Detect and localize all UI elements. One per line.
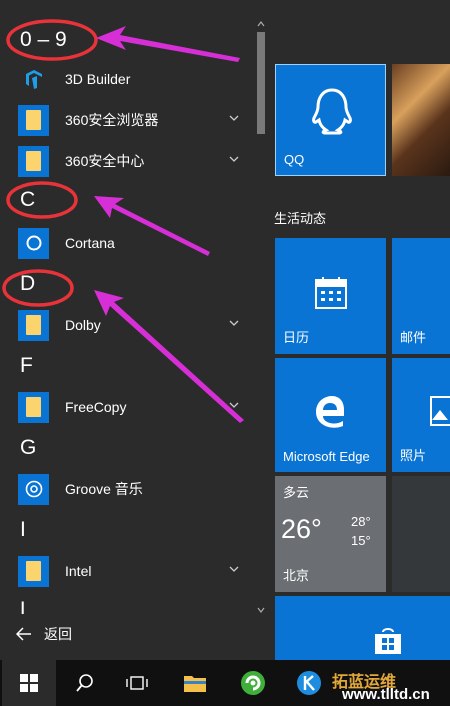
tile-mail[interactable]: 邮件 [392, 238, 450, 354]
app-item-intel[interactable]: Intel [18, 554, 250, 588]
app-item-360-browser[interactable]: 360安全浏览器 [18, 103, 250, 137]
scroll-down-icon[interactable] [255, 604, 267, 616]
tile-microsoft-edge[interactable]: Microsoft Edge [275, 358, 386, 472]
calendar-icon [315, 277, 347, 309]
chevron-down-icon[interactable] [228, 317, 240, 329]
browser-360-icon [241, 671, 265, 695]
tile-calendar[interactable]: 日历 [275, 238, 386, 354]
photos-icon [430, 396, 450, 426]
tile-label: 邮件 [400, 330, 427, 345]
app-item-groove[interactable]: Groove 音乐 [18, 472, 250, 506]
app-item-label: Groove 音乐 [65, 481, 143, 497]
kugou-icon [297, 671, 321, 695]
file-explorer-button[interactable] [170, 660, 220, 706]
app-item-360-security[interactable]: 360安全中心 [18, 144, 250, 178]
3d-builder-icon [18, 63, 49, 95]
back-button[interactable]: 返回 [16, 624, 72, 644]
tile-store[interactable] [275, 596, 450, 660]
folder-icon [18, 104, 49, 136]
search-icon [76, 674, 93, 692]
group-header-l[interactable]: L [20, 598, 32, 614]
scroll-thumb[interactable] [257, 32, 265, 134]
tile-photos[interactable]: 照片 [392, 358, 450, 472]
task-view-button[interactable] [112, 660, 162, 706]
chevron-down-icon[interactable] [228, 563, 240, 575]
chevron-down-icon[interactable] [228, 112, 240, 124]
windows-start-icon [20, 674, 38, 692]
search-button[interactable] [60, 660, 110, 706]
tile-label: QQ [284, 152, 305, 167]
tile-weather[interactable]: 多云 26° 28° 15° 北京 [275, 476, 386, 592]
tile-label: 照片 [400, 448, 427, 463]
group-header-g[interactable]: G [20, 436, 36, 460]
chevron-down-icon[interactable] [228, 153, 240, 165]
watermark-url: www.tlltd.cn [342, 686, 430, 703]
back-arrow-icon [16, 627, 31, 641]
app-item-label: 360安全中心 [65, 153, 145, 169]
app-item-label: 3D Builder [65, 71, 131, 87]
tile-photo-live[interactable] [392, 64, 450, 176]
start-button[interactable] [2, 660, 56, 706]
app-item-freecopy[interactable]: FreeCopy [18, 390, 250, 424]
task-view-icon [126, 676, 148, 690]
app-list: 0 – 9 3D Builder 360安全浏览器 360安全中心 C Cort… [0, 0, 270, 660]
app-item-label: FreeCopy [65, 399, 127, 415]
qq-penguin-icon [312, 88, 352, 135]
scrollbar[interactable] [255, 18, 267, 616]
back-label: 返回 [44, 626, 72, 642]
tile-group-title[interactable]: 生活动态 [274, 208, 326, 227]
edge-icon [316, 396, 344, 428]
tile-label: Microsoft Edge [283, 449, 370, 464]
folder-icon [18, 145, 49, 177]
scroll-up-icon[interactable] [255, 18, 267, 30]
weather-high: 28° [351, 514, 371, 529]
group-header-f[interactable]: F [20, 354, 33, 378]
kugou-button[interactable] [284, 660, 334, 706]
cortana-icon [18, 227, 49, 259]
group-header-i[interactable]: I [20, 518, 26, 542]
tile-qq[interactable]: QQ [275, 64, 386, 176]
store-icon [375, 628, 401, 654]
groove-icon [18, 473, 49, 505]
weather-condition: 多云 [283, 485, 310, 500]
folder-icon [18, 309, 49, 341]
folder-icon [18, 391, 49, 423]
browser-360-button[interactable] [228, 660, 278, 706]
folder-icon [18, 555, 49, 587]
weather-city: 北京 [283, 568, 310, 583]
live-photo-image [392, 64, 450, 176]
app-item-label: Dolby [65, 317, 101, 333]
app-item-cortana[interactable]: Cortana [18, 226, 250, 260]
tile-blank[interactable] [392, 476, 450, 592]
group-header-d[interactable]: D [20, 272, 35, 296]
app-item-3d-builder[interactable]: 3D Builder [18, 62, 250, 96]
file-explorer-icon [184, 676, 206, 692]
weather-temperature: 26° [281, 514, 322, 544]
tile-label: 日历 [283, 330, 310, 345]
app-item-dolby[interactable]: Dolby [18, 308, 250, 342]
group-header-0-9[interactable]: 0 – 9 [20, 28, 67, 52]
app-item-label: Cortana [65, 235, 115, 251]
weather-low: 15° [351, 533, 371, 548]
app-item-label: 360安全浏览器 [65, 112, 159, 128]
chevron-down-icon[interactable] [228, 399, 240, 411]
group-header-c[interactable]: C [20, 188, 35, 212]
app-item-label: Intel [65, 563, 92, 579]
